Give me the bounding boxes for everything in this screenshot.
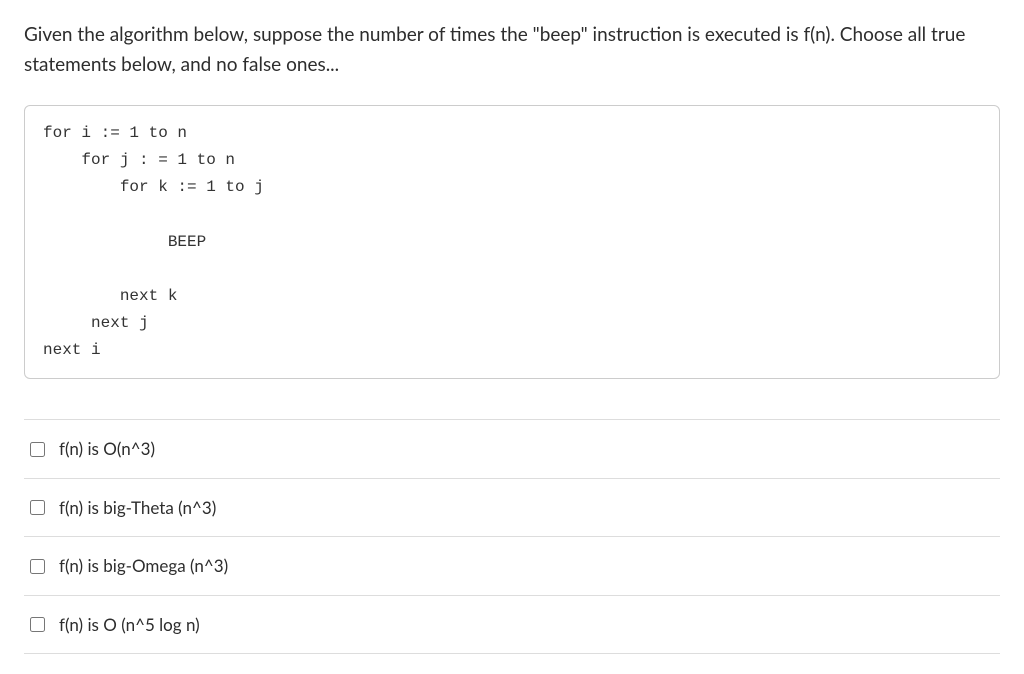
option-row: f(n) is big-Omega (n^3) [24, 536, 1000, 595]
option-row: f(n) is O(n^3) [24, 419, 1000, 478]
option-checkbox-3[interactable] [30, 559, 45, 574]
option-label: f(n) is O (n^5 log n) [59, 612, 200, 638]
option-label: f(n) is O(n^3) [59, 436, 155, 462]
option-checkbox-4[interactable] [30, 617, 45, 632]
algorithm-code-block: for i := 1 to n for j : = 1 to n for k :… [24, 105, 1000, 380]
option-row: f(n) is O (n^5 log n) [24, 595, 1000, 655]
answer-options: f(n) is O(n^3) f(n) is big-Theta (n^3) f… [24, 419, 1000, 654]
option-label: f(n) is big-Theta (n^3) [59, 495, 216, 521]
option-row: f(n) is big-Theta (n^3) [24, 478, 1000, 537]
question-prompt: Given the algorithm below, suppose the n… [24, 20, 1000, 81]
option-label: f(n) is big-Omega (n^3) [59, 553, 228, 579]
option-checkbox-2[interactable] [30, 500, 45, 515]
option-checkbox-1[interactable] [30, 442, 45, 457]
